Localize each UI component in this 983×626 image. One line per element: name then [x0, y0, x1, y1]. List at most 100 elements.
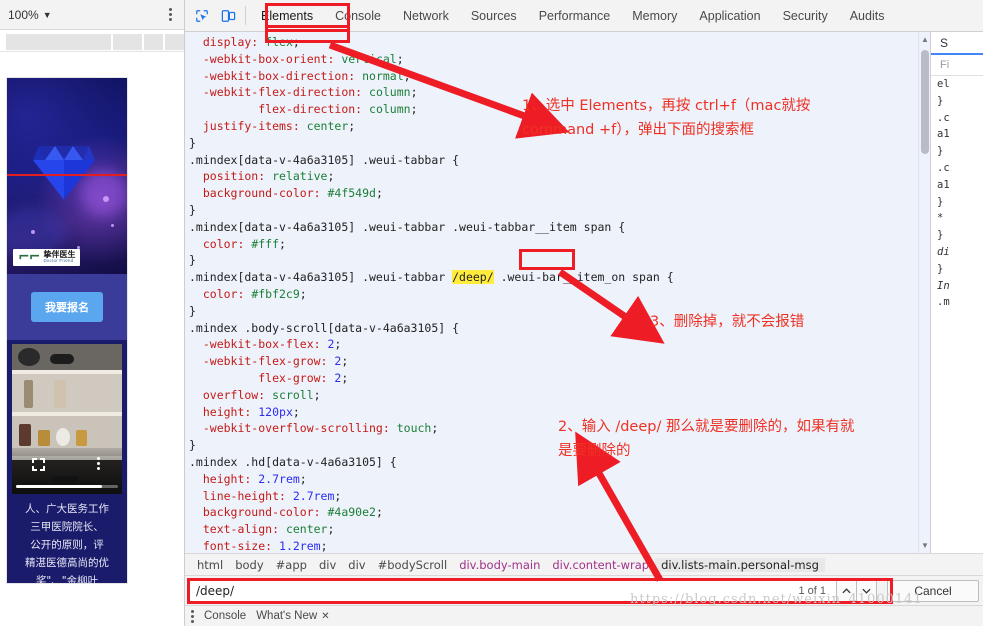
- video-progress-bar[interactable]: [16, 485, 118, 488]
- styles-sidebar-line: }: [931, 93, 983, 110]
- styles-area: display: flex; -webkit-box-orient: verti…: [185, 32, 983, 553]
- match-count-label: 1 of 1: [798, 585, 832, 597]
- css-line[interactable]: color: #fff;: [189, 236, 918, 253]
- css-line[interactable]: -webkit-flex-direction: column;: [189, 84, 918, 101]
- css-line[interactable]: -webkit-flex-grow: 2;: [189, 353, 918, 370]
- scrollbar-thumb[interactable]: [921, 50, 929, 154]
- css-token: color:: [189, 287, 251, 301]
- css-line[interactable]: height: 120px;: [189, 404, 918, 421]
- css-line[interactable]: .mindex[data-v-4a6a3105] .weui-tabbar /d…: [189, 269, 918, 286]
- zoom-level-select[interactable]: 100% ▼: [8, 8, 52, 22]
- breadcrumb-item[interactable]: #app: [270, 558, 313, 572]
- drawer-tab-console[interactable]: Console: [204, 610, 246, 622]
- search-next-button[interactable]: [857, 580, 877, 602]
- css-line[interactable]: }: [189, 135, 918, 152]
- brand-logo: ⌐⌐ 挚伴医生 Doctor Friend: [13, 249, 80, 266]
- styles-filter-input[interactable]: Fi: [931, 55, 983, 76]
- tab-memory[interactable]: Memory: [621, 0, 688, 31]
- breadcrumb-item[interactable]: div: [313, 558, 342, 572]
- css-line[interactable]: -webkit-box-flex: 2;: [189, 336, 918, 353]
- css-line[interactable]: flex-direction: column;: [189, 101, 918, 118]
- breadcrumb-item[interactable]: div.body-main: [453, 558, 546, 572]
- drawer-close-icon[interactable]: ✕: [321, 611, 329, 622]
- device-ruler: [0, 30, 184, 52]
- search-input[interactable]: [194, 583, 798, 599]
- css-token: .mindex .body-scroll[data-v-4a6a3105] {: [189, 321, 459, 335]
- css-token: ;: [334, 337, 341, 351]
- phone-text-line: 人、广大医务工作: [11, 500, 123, 518]
- css-line[interactable]: text-align: center;: [189, 521, 918, 538]
- breadcrumb-item[interactable]: body: [229, 558, 269, 572]
- drawer-menu-button[interactable]: [191, 610, 194, 623]
- tab-audits[interactable]: Audits: [839, 0, 896, 31]
- chevron-down-icon: ▼: [43, 10, 52, 20]
- video-menu-button[interactable]: [97, 457, 100, 470]
- video-player[interactable]: [12, 344, 122, 494]
- css-rules-pane[interactable]: display: flex; -webkit-box-orient: verti…: [185, 32, 918, 553]
- css-line[interactable]: }: [189, 252, 918, 269]
- tab-performance[interactable]: Performance: [528, 0, 622, 31]
- tab-application[interactable]: Application: [688, 0, 771, 31]
- css-token: column: [369, 85, 411, 99]
- css-token: ;: [327, 522, 334, 536]
- css-line[interactable]: color: #fbf2c9;: [189, 286, 918, 303]
- css-token: ;: [293, 35, 300, 49]
- scroll-up-arrow-icon[interactable]: ▲: [921, 35, 929, 44]
- css-token: }: [189, 203, 196, 217]
- css-line[interactable]: background-color: #4f549d;: [189, 185, 918, 202]
- video-controls[interactable]: [12, 448, 122, 494]
- css-line[interactable]: }: [189, 202, 918, 219]
- css-token: .mindex[data-v-4a6a3105] .weui-tabbar: [189, 270, 452, 284]
- breadcrumb-item[interactable]: div: [342, 558, 371, 572]
- css-line[interactable]: justify-items: center;: [189, 118, 918, 135]
- css-line[interactable]: font-size: 1.2rem;: [189, 538, 918, 553]
- device-menu-button[interactable]: [169, 8, 176, 21]
- scroll-down-arrow-icon[interactable]: ▼: [921, 541, 929, 550]
- hero-red-line: [7, 174, 127, 176]
- signup-button[interactable]: 我要报名: [31, 292, 103, 322]
- css-line[interactable]: .mindex[data-v-4a6a3105] .weui-tabbar {: [189, 152, 918, 169]
- css-line[interactable]: overflow: scroll;: [189, 387, 918, 404]
- breadcrumb-item[interactable]: html: [191, 558, 229, 572]
- tab-security[interactable]: Security: [772, 0, 839, 31]
- css-line[interactable]: background-color: #4a90e2;: [189, 504, 918, 521]
- tab-elements[interactable]: Elements: [250, 0, 324, 31]
- devtools-panel: Elements Console Network Sources Perform…: [185, 0, 983, 626]
- breadcrumb[interactable]: htmlbody#appdivdiv#bodyScrolldiv.body-ma…: [185, 553, 983, 575]
- css-line[interactable]: .mindex[data-v-4a6a3105] .weui-tabbar .w…: [189, 219, 918, 236]
- search-cancel-button[interactable]: Cancel: [887, 580, 979, 602]
- hero-banner: ⌐⌐ 挚伴医生 Doctor Friend: [7, 78, 127, 274]
- breadcrumb-item[interactable]: div.content-wrap: [546, 558, 655, 572]
- css-token: column: [369, 102, 411, 116]
- css-line[interactable]: line-height: 2.7rem;: [189, 488, 918, 505]
- css-line[interactable]: .mindex .hd[data-v-4a6a3105] {: [189, 454, 918, 471]
- css-line[interactable]: .mindex .body-scroll[data-v-4a6a3105] {: [189, 320, 918, 337]
- tab-network[interactable]: Network: [392, 0, 460, 31]
- tab-sources[interactable]: Sources: [460, 0, 528, 31]
- tab-console[interactable]: Console: [324, 0, 392, 31]
- breadcrumb-item[interactable]: #bodyScroll: [372, 558, 454, 572]
- css-token: normal: [362, 69, 404, 83]
- css-pane-scrollbar[interactable]: ▲ ▼: [918, 32, 930, 553]
- fullscreen-icon[interactable]: [32, 458, 45, 471]
- css-line[interactable]: -webkit-box-direction: normal;: [189, 68, 918, 85]
- toolbar-divider: [245, 6, 246, 25]
- css-line[interactable]: flex-grow: 2;: [189, 370, 918, 387]
- css-line[interactable]: -webkit-box-orient: vertical;: [189, 51, 918, 68]
- css-line[interactable]: display: flex;: [189, 34, 918, 51]
- toggle-device-toolbar-icon[interactable]: [215, 0, 241, 31]
- drawer-tab-whats-new[interactable]: What's New: [256, 610, 317, 622]
- styles-tab[interactable]: S: [931, 32, 983, 55]
- css-line[interactable]: -webkit-overflow-scrolling: touch;: [189, 420, 918, 437]
- breadcrumb-item[interactable]: div.lists-main.personal-msg: [655, 558, 825, 572]
- search-input-wrapper[interactable]: 1 of 1: [189, 580, 837, 602]
- search-prev-button[interactable]: [837, 580, 857, 602]
- css-line[interactable]: }: [189, 437, 918, 454]
- css-line[interactable]: height: 2.7rem;: [189, 471, 918, 488]
- css-line[interactable]: position: relative;: [189, 168, 918, 185]
- css-line[interactable]: }: [189, 303, 918, 320]
- phone-viewport[interactable]: ⌐⌐ 挚伴医生 Doctor Friend 我要报名: [7, 78, 127, 583]
- styles-sidebar-line: }: [931, 143, 983, 160]
- css-token: }: [189, 253, 196, 267]
- inspect-element-icon[interactable]: [189, 0, 215, 31]
